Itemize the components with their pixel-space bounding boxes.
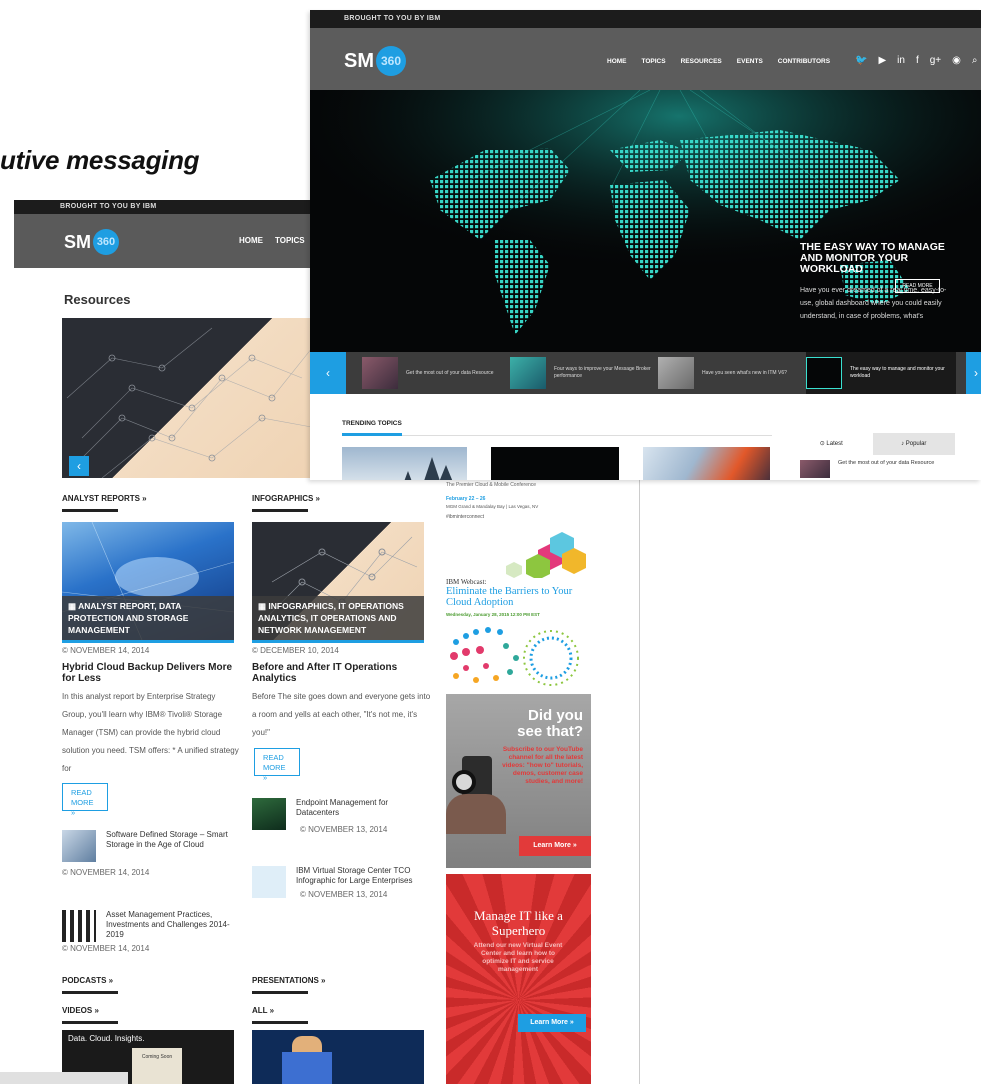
card-excerpt: In this analyst report by Enterprise Str… [62, 692, 239, 773]
carousel-item[interactable]: Four ways to improve your Message Broker… [510, 352, 652, 394]
list-title: Software Defined Storage – Smart Storage… [106, 830, 228, 849]
card-excerpt: Before The site goes down and everyone g… [252, 692, 431, 737]
footer-bar [0, 1072, 128, 1084]
list-thumbnail [252, 866, 286, 898]
rss-icon[interactable]: ◉ [952, 55, 961, 66]
list-item[interactable]: Asset Management Practices, Investments … [62, 910, 236, 942]
carousel-prev-button[interactable]: ‹ [310, 352, 346, 394]
latest-item[interactable]: Get the most out of your data Resource [800, 460, 938, 478]
ibm-brought-by-strip: BROUGHT TO YOU BY IBM [310, 10, 981, 28]
site-header: SM 360 HOME TOPICS RESOURCES EVENTS CONTR… [310, 28, 981, 90]
tab-popular[interactable]: ♪ Popular [872, 433, 955, 455]
twitter-icon[interactable]: 🐦 [855, 55, 867, 66]
youtube-icon[interactable]: ▶ [878, 55, 886, 66]
featured-card-caption: ▦ ANALYST REPORT, DATA PROTECTION AND ST… [62, 596, 234, 640]
hero-banner[interactable]: THE EASY WAY TO MANAGE AND MONITOR YOUR … [310, 90, 981, 352]
resources-hero-image [62, 318, 322, 478]
sm360-logo[interactable]: SM 360 [344, 46, 406, 76]
list-thumbnail [62, 830, 96, 862]
trending-thumb[interactable] [491, 447, 619, 480]
superhero-ad[interactable]: Manage IT like a Superhero Attend our ne… [446, 874, 591, 1084]
card-accent-line [252, 640, 424, 643]
trending-accent-bar [342, 433, 402, 436]
card-date: © NOVEMBER 14, 2014 [62, 646, 150, 655]
carousel-next-button[interactable]: › [966, 352, 981, 394]
list-date: © NOVEMBER 14, 2014 [62, 868, 150, 877]
facebook-icon[interactable]: f [916, 55, 919, 66]
hero-carousel-strip: ‹ Get the most out of your data Resource… [310, 352, 981, 394]
presentation-thumbnail[interactable] [252, 1030, 424, 1084]
main-nav: HOME TOPICS [239, 236, 305, 245]
interconnect-ad[interactable]: The Premier Cloud & Mobile Conference Fe… [446, 478, 591, 578]
page-title: Resources [64, 292, 131, 307]
trending-topics-heading: TRENDING TOPICS [342, 420, 402, 427]
carousel-item-active[interactable]: The easy way to manage and monitor your … [806, 352, 956, 394]
list-thumbnail [252, 798, 286, 830]
featured-card-image[interactable]: ▦ ANALYST REPORT, DATA PROTECTION AND ST… [62, 522, 234, 640]
slide-caption: utive messaging [0, 145, 200, 175]
list-date: © NOVEMBER 14, 2014 [62, 944, 150, 953]
hero-title: THE EASY WAY TO MANAGE AND MONITOR YOUR … [800, 241, 945, 275]
linkedin-icon[interactable]: in [897, 55, 905, 66]
dots-graphic [450, 627, 579, 686]
learn-more-button[interactable]: Learn More » [518, 1014, 586, 1032]
card-accent-line [62, 640, 234, 643]
hero-prev-button[interactable]: ‹ [69, 456, 89, 476]
card-title[interactable]: Before and After IT Operations Analytics [252, 662, 432, 684]
webcast-ad[interactable]: IBM Webcast: Eliminate the Barriers to Y… [446, 578, 591, 694]
section-videos[interactable]: VIDEOS » [62, 1006, 118, 1024]
nav-events[interactable]: EVENTS [737, 58, 763, 65]
hero-read-more-button[interactable]: READ MORE [895, 279, 940, 293]
read-more-button[interactable]: READ MORE » [254, 748, 300, 782]
tab-latest[interactable]: ⊙ Latest [790, 433, 873, 455]
googleplus-icon[interactable]: g+ [930, 55, 941, 66]
card-date: © DECEMBER 10, 2014 [252, 646, 339, 655]
list-thumbnail [62, 910, 96, 942]
card-title[interactable]: Hybrid Cloud Backup Delivers More for Le… [62, 662, 237, 684]
search-icon[interactable]: ⌕ [972, 55, 978, 66]
nav-topics[interactable]: TOPICS [275, 236, 305, 245]
section-all[interactable]: ALL » [252, 1006, 308, 1024]
list-date: © NOVEMBER 13, 2014 [300, 890, 388, 899]
nav-home[interactable]: HOME [607, 58, 627, 65]
featured-card-image[interactable]: ▦ INFOGRAPHICS, IT OPERATIONS ANALYTICS,… [252, 522, 424, 640]
featured-card-caption: ▦ INFOGRAPHICS, IT OPERATIONS ANALYTICS,… [252, 596, 424, 640]
home-page: BROUGHT TO YOU BY IBM SM 360 HOME TOPICS … [310, 10, 981, 480]
nav-topics[interactable]: TOPICS [642, 58, 666, 65]
trending-thumb[interactable] [342, 447, 467, 480]
trending-thumb[interactable] [643, 447, 770, 480]
section-analyst-reports[interactable]: ANALYST REPORTS » [62, 494, 147, 512]
social-links: 🐦 ▶ in f g+ ◉ ⌕ [855, 55, 977, 66]
section-podcasts[interactable]: PODCASTS » [62, 976, 118, 994]
list-item[interactable]: Software Defined Storage – Smart Storage… [62, 830, 236, 862]
sidebar-tabs: ⊙ Latest ♪ Popular [790, 433, 955, 455]
read-more-button[interactable]: READ MORE » [62, 783, 108, 817]
youtube-ad[interactable]: Did you see that? Subscribe to our YouTu… [446, 694, 591, 868]
nav-home[interactable]: HOME [239, 236, 263, 245]
nav-resources[interactable]: RESOURCES [681, 58, 722, 65]
section-infographics[interactable]: INFOGRAPHICS » [252, 494, 320, 512]
nav-contributors[interactable]: CONTRIBUTORS [778, 58, 830, 65]
sm360-logo[interactable]: SM 360 [64, 229, 119, 255]
carousel-item[interactable]: Have you seen what's new in ITM V6? [658, 352, 798, 394]
learn-more-button[interactable]: Learn More » [519, 836, 591, 856]
section-presentations[interactable]: PRESENTATIONS » [252, 976, 326, 994]
carousel-item[interactable]: Get the most out of your data Resource [362, 352, 502, 394]
list-date: © NOVEMBER 13, 2014 [300, 825, 388, 834]
list-title: Asset Management Practices, Investments … [106, 910, 230, 939]
divider [342, 435, 772, 436]
main-nav: HOME TOPICS RESOURCES EVENTS CONTRIBUTOR… [607, 58, 830, 65]
